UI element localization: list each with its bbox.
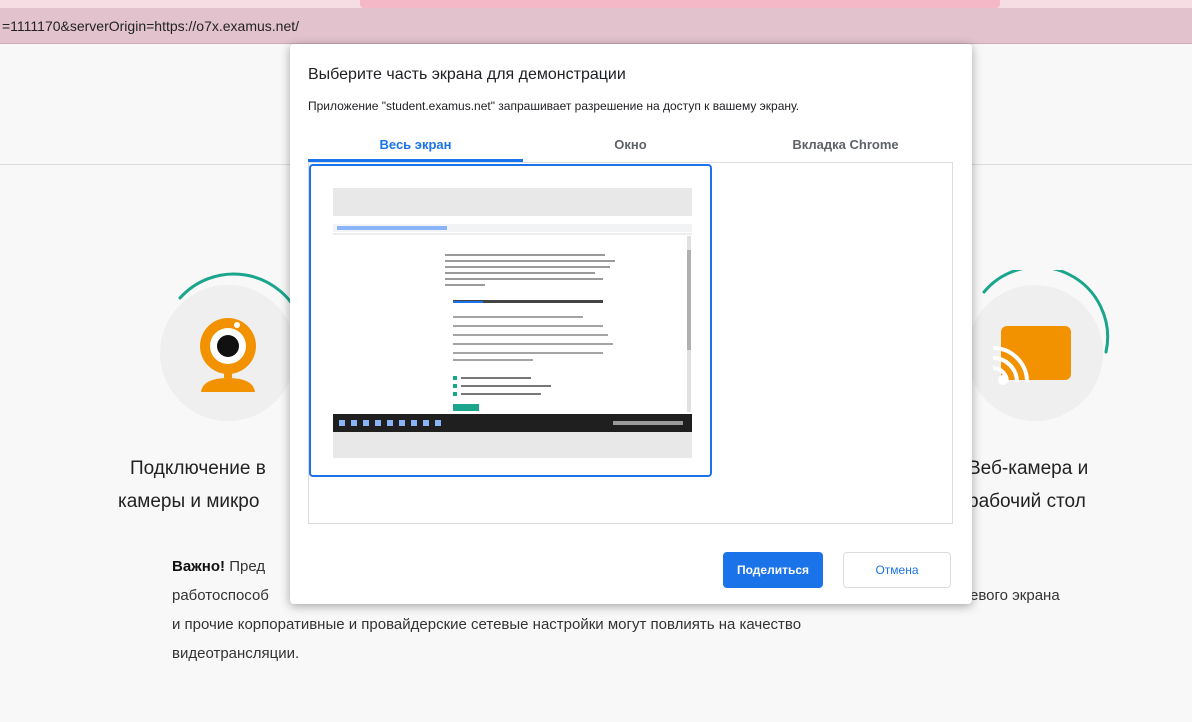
screen-preview [333, 188, 692, 458]
url-text: =1111170&serverOrigin=https://o7x.examus… [2, 18, 300, 34]
active-tab-edge [360, 0, 1000, 8]
screen-cast-icon [993, 326, 1071, 385]
screen-share-dialog: Выберите часть экрана для демонстрации П… [290, 44, 972, 604]
source-tabs: Весь экран Окно Вкладка Chrome [308, 132, 953, 163]
screen-thumbnail[interactable] [309, 164, 712, 477]
dialog-subtitle: Приложение "student.examus.net" запрашив… [308, 99, 800, 113]
tab-window[interactable]: Окно [523, 132, 738, 162]
address-bar[interactable]: =1111170&serverOrigin=https://o7x.examus… [0, 8, 1192, 44]
note-bold: Важно! [172, 558, 226, 575]
source-pane [308, 162, 953, 524]
tab-entire-screen[interactable]: Весь экран [308, 132, 523, 162]
dialog-title: Выберите часть экрана для демонстрации [308, 66, 626, 83]
tab-strip [0, 0, 1192, 8]
share-button[interactable]: Поделиться [723, 552, 823, 588]
screen-preview-image [333, 216, 692, 432]
webcam-icon [200, 318, 256, 392]
left-feature-title: Подключение в камеры и микро [118, 458, 266, 512]
cancel-button[interactable]: Отмена [843, 552, 951, 588]
tab-chrome-tab[interactable]: Вкладка Chrome [738, 132, 953, 162]
right-feature-title: Веб-камера и рабочий стол [968, 458, 1089, 512]
